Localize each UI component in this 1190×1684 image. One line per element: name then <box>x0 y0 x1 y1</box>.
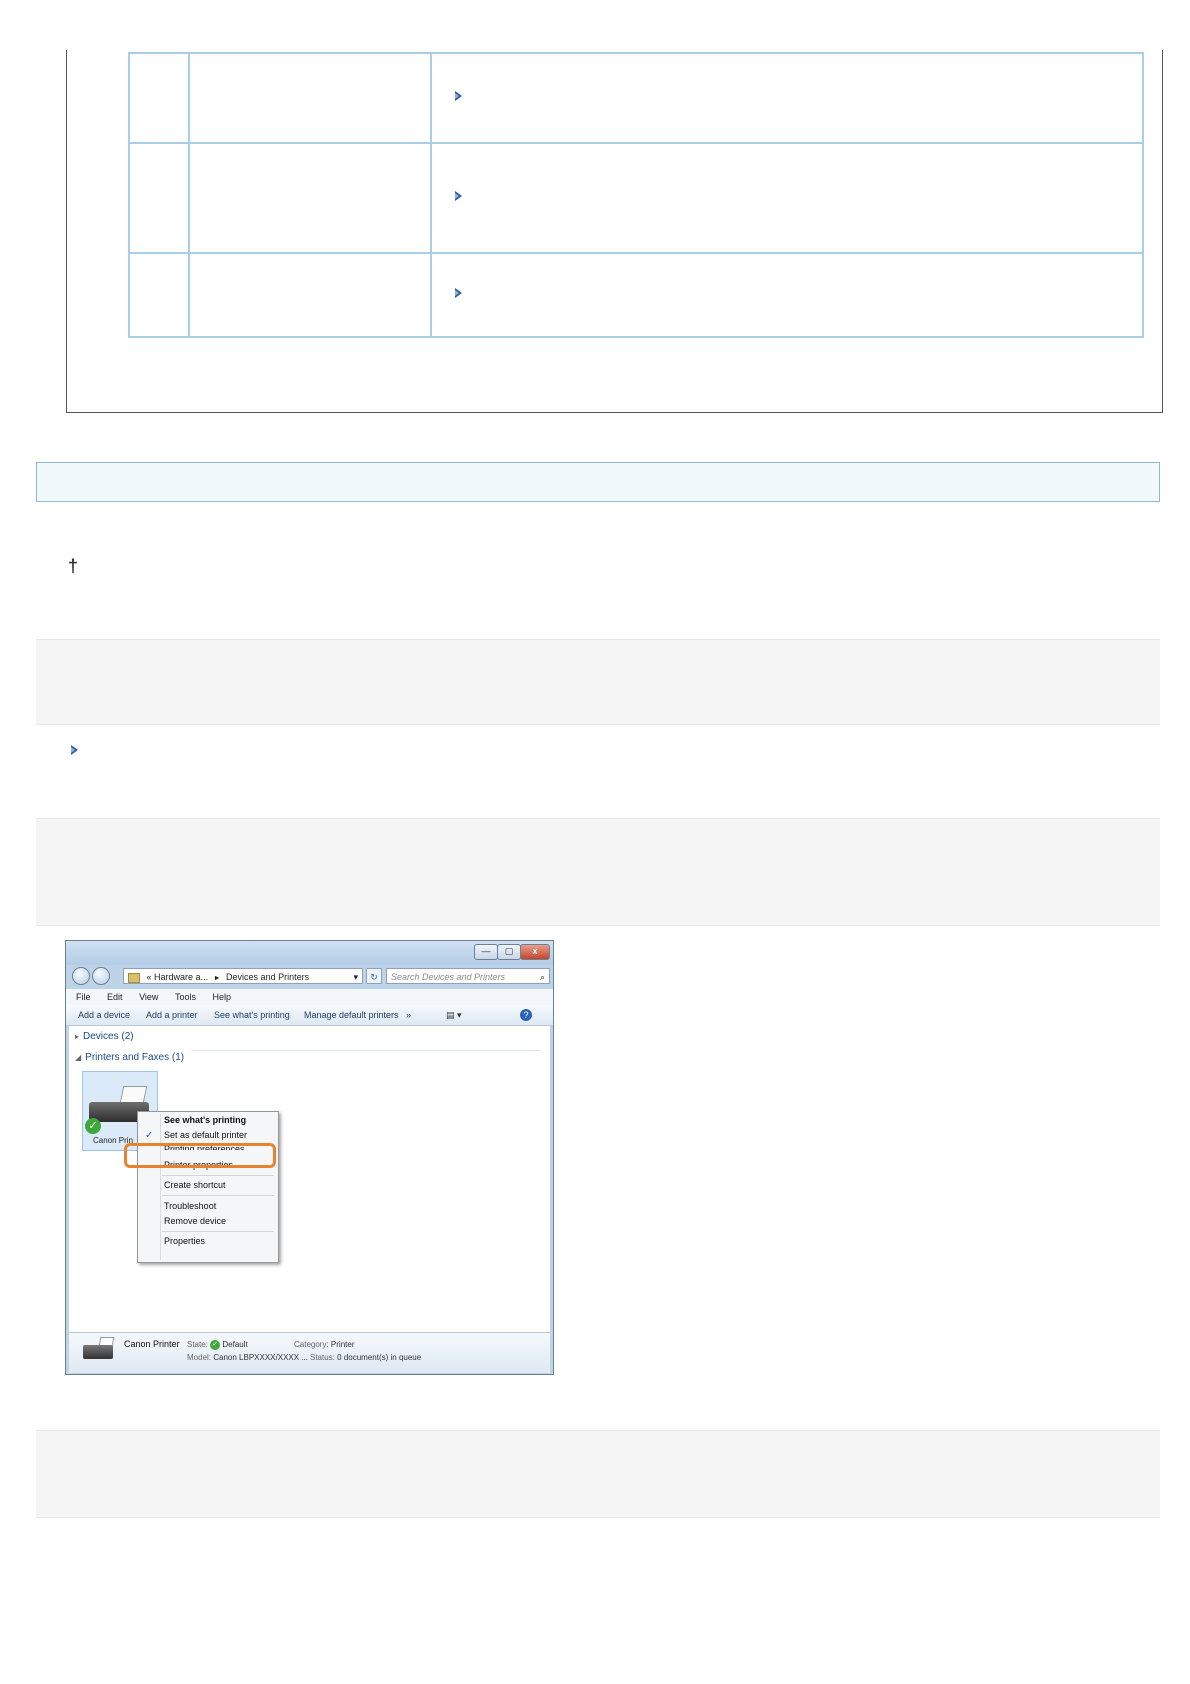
group-devices[interactable]: ▸ Devices (2) <box>75 1031 134 1042</box>
menu-bar: File Edit View Tools Help <box>66 989 553 1005</box>
add-device-button[interactable]: Add a device <box>78 1005 130 1025</box>
breadcrumb-separator: ► <box>213 975 221 982</box>
details-category: Category: Printer <box>294 1340 355 1349</box>
devices-and-printers-window: — ▢ x « Hardware a... ► Devices and Prin… <box>65 940 554 1375</box>
table-cell <box>188 52 432 144</box>
minimize-button[interactable]: — <box>474 944 498 960</box>
chevron-down-icon[interactable]: ▾ <box>353 969 358 983</box>
menu-item-set-default-printer[interactable]: Set as default printer <box>164 1130 247 1140</box>
step-band <box>36 1430 1160 1518</box>
table-cell <box>188 252 432 338</box>
menu-view[interactable]: View <box>139 992 158 1002</box>
link-arrow-icon[interactable] <box>70 744 80 756</box>
search-icon[interactable]: ⌕ <box>540 969 545 985</box>
step-band <box>36 639 1160 725</box>
section-heading-bar <box>36 462 1160 502</box>
menu-edit[interactable]: Edit <box>107 992 123 1002</box>
details-model: Model: Canon LBPXXXX/XXXX ... <box>187 1353 308 1362</box>
chevron-right-icon: ▸ <box>75 1032 80 1041</box>
menu-tools[interactable]: Tools <box>175 992 196 1002</box>
folder-icon <box>128 972 140 983</box>
link-arrow-icon[interactable] <box>454 190 464 202</box>
maximize-button[interactable]: ▢ <box>497 944 521 960</box>
table-cell <box>430 252 1144 338</box>
details-state: State: ✓ Default <box>187 1340 248 1350</box>
menu-item-see-whats-printing[interactable]: See what's printing <box>164 1115 246 1125</box>
table-row <box>128 142 1144 254</box>
command-bar: Add a device Add a printer See what's pr… <box>66 1005 553 1026</box>
help-icon[interactable]: ? <box>520 1009 532 1021</box>
details-status: Status: 0 document(s) in queue <box>310 1353 422 1362</box>
menu-gutter <box>160 1114 161 1260</box>
search-placeholder: Search Devices and Printers <box>391 972 506 982</box>
refresh-icon[interactable]: ↻ <box>366 968 382 984</box>
printer-icon <box>83 1345 113 1359</box>
back-button[interactable] <box>72 967 90 985</box>
menu-item-create-shortcut[interactable]: Create shortcut <box>164 1180 226 1190</box>
menu-separator <box>162 1231 274 1232</box>
menu-item-remove-device[interactable]: Remove device <box>164 1216 226 1226</box>
details-printer-name: Canon Printer <box>124 1339 180 1349</box>
menu-file[interactable]: File <box>76 992 91 1002</box>
table-cell <box>128 252 190 338</box>
search-input[interactable]: Search Devices and Printers ⌕ <box>386 968 550 984</box>
default-check-icon: ✓ <box>85 1118 101 1134</box>
table-row <box>128 52 1144 144</box>
group-printers-and-faxes[interactable]: ◢ Printers and Faxes (1) <box>75 1052 184 1063</box>
close-button[interactable]: x <box>520 944 550 960</box>
menu-item-troubleshoot[interactable]: Troubleshoot <box>164 1201 216 1211</box>
navigation-row: « Hardware a... ► Devices and Printers ▾… <box>66 965 553 989</box>
address-prefix: « <box>146 972 152 982</box>
breadcrumb-devices-and-printers[interactable]: Devices and Printers <box>226 972 309 982</box>
forward-button[interactable] <box>92 967 110 985</box>
check-icon: ✓ <box>210 1340 221 1350</box>
more-commands-button[interactable]: » <box>406 1005 411 1025</box>
group-divider <box>191 1050 541 1051</box>
step-band <box>36 818 1160 926</box>
menu-separator <box>162 1195 274 1196</box>
menu-help[interactable]: Help <box>212 992 231 1002</box>
link-arrow-icon[interactable] <box>454 90 464 102</box>
table-cell <box>430 142 1144 254</box>
reference-table <box>128 52 1144 338</box>
details-pane: Canon Printer State: ✓ Default Model: Ca… <box>69 1332 550 1373</box>
see-whats-printing-button[interactable]: See what's printing <box>214 1005 290 1025</box>
table-cell <box>128 142 190 254</box>
note-marker: † <box>68 556 79 576</box>
highlight-frame <box>124 1143 276 1168</box>
breadcrumb-hardware[interactable]: Hardware a... <box>154 972 208 982</box>
table-cell <box>128 52 190 144</box>
chevron-down-icon: ◢ <box>75 1053 82 1062</box>
link-arrow-icon[interactable] <box>454 287 464 299</box>
table-row <box>128 252 1144 338</box>
checkmark-icon: ✓ <box>145 1130 154 1141</box>
context-menu: ✓ See what's printing Set as default pri… <box>137 1111 279 1263</box>
menu-item-properties[interactable]: Properties <box>164 1236 205 1246</box>
address-bar[interactable]: « Hardware a... ► Devices and Printers ▾ <box>123 968 363 984</box>
window-titlebar: — ▢ x <box>66 941 553 965</box>
add-printer-button[interactable]: Add a printer <box>146 1005 198 1025</box>
table-cell <box>188 142 432 254</box>
manage-default-printers-button[interactable]: Manage default printers <box>304 1005 399 1025</box>
view-options-icon[interactable]: ▤ ▾ <box>446 1005 462 1025</box>
table-cell <box>430 52 1144 144</box>
devices-content-pane: ▸ Devices (2) ◢ Printers and Faxes (1) ✓ C… <box>69 1026 550 1332</box>
menu-separator <box>162 1175 274 1176</box>
